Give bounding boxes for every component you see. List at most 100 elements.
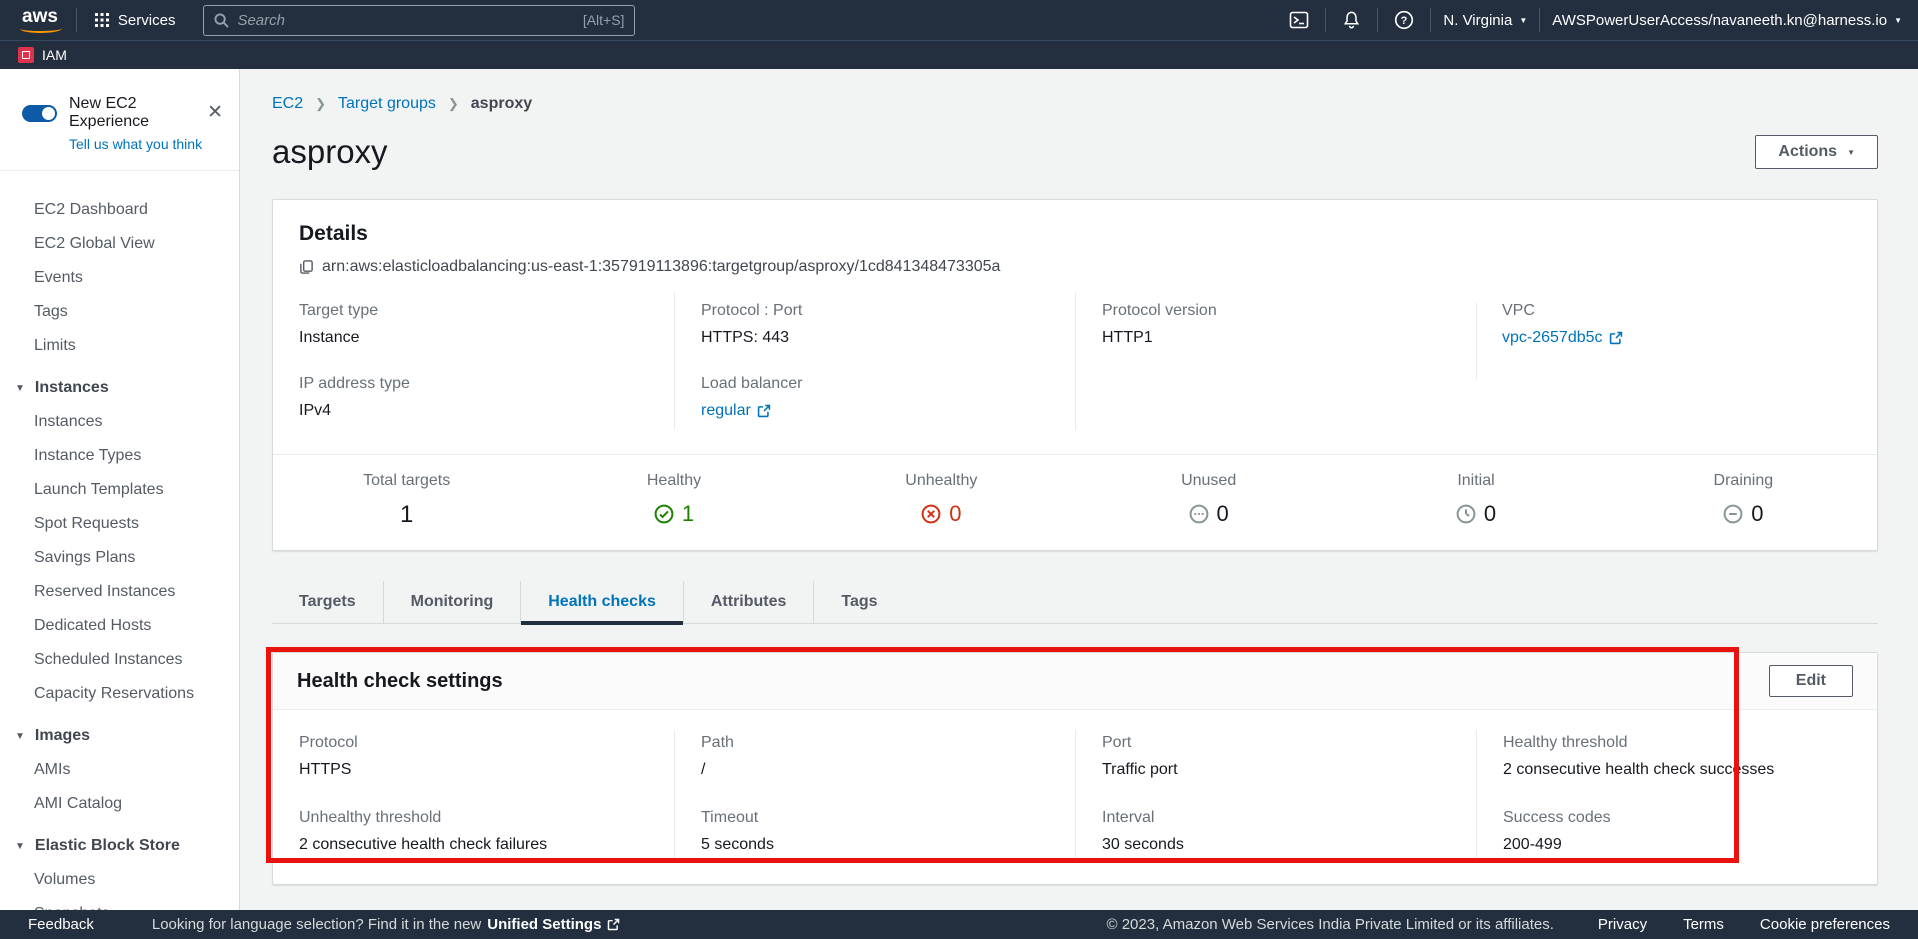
target-group-tabs: Targets Monitoring Health checks Attribu… bbox=[272, 581, 1878, 624]
breadcrumb: EC2 ❯ Target groups ❯ asproxy bbox=[272, 95, 1878, 113]
account-menu[interactable]: AWSPowerUserAccess/navaneeth.kn@harness.… bbox=[1552, 12, 1902, 29]
sidebar-item-spot-requests[interactable]: Spot Requests bbox=[0, 507, 239, 541]
breadcrumb-target-groups-link[interactable]: Target groups bbox=[338, 95, 436, 113]
edit-button[interactable]: Edit bbox=[1769, 665, 1853, 697]
divider bbox=[1539, 8, 1540, 32]
load-balancer-label: Load balancer bbox=[701, 375, 1049, 393]
healthy-check-icon bbox=[654, 504, 674, 524]
search-icon bbox=[214, 13, 229, 28]
healthy-threshold-value: 2 consecutive health check successes bbox=[1503, 761, 1851, 779]
aws-logo[interactable]: aws bbox=[16, 6, 64, 34]
total-targets-label: Total targets bbox=[273, 472, 540, 490]
protocol-label: Protocol bbox=[299, 734, 648, 752]
sidebar-item-ec2-global-view[interactable]: EC2 Global View bbox=[0, 227, 239, 261]
section-title: Elastic Block Store bbox=[35, 837, 180, 855]
tell-us-link[interactable]: Tell us what you think bbox=[69, 136, 221, 152]
port-label: Port bbox=[1102, 734, 1450, 752]
sidebar-section-instances[interactable]: ▼ Instances bbox=[0, 363, 239, 405]
svg-text:?: ? bbox=[1401, 15, 1408, 27]
tab-monitoring[interactable]: Monitoring bbox=[383, 581, 521, 623]
sidebar-item-dedicated-hosts[interactable]: Dedicated Hosts bbox=[0, 609, 239, 643]
draining-value: 0 bbox=[1751, 501, 1763, 527]
triangle-down-icon: ▼ bbox=[15, 383, 25, 394]
sidebar-section-elastic-block-store[interactable]: ▼ Elastic Block Store bbox=[0, 821, 239, 863]
cookie-preferences-link[interactable]: Cookie preferences bbox=[1760, 916, 1890, 933]
sidebar-item-reserved-instances[interactable]: Reserved Instances bbox=[0, 575, 239, 609]
sidebar-item-launch-templates[interactable]: Launch Templates bbox=[0, 473, 239, 507]
favorites-bar: IAM bbox=[0, 40, 1918, 69]
sidebar-item-volumes[interactable]: Volumes bbox=[0, 863, 239, 897]
chevron-down-icon: ▼ bbox=[1894, 17, 1902, 25]
target-group-arn: arn:aws:elasticloadbalancing:us-east-1:3… bbox=[322, 258, 1000, 276]
tab-targets[interactable]: Targets bbox=[272, 581, 383, 623]
sidebar-item-snapshots[interactable]: Snapshots bbox=[0, 897, 239, 910]
triangle-down-icon: ▼ bbox=[15, 841, 25, 852]
main-content: EC2 ❯ Target groups ❯ asproxy asproxy Ac… bbox=[240, 69, 1918, 910]
cloudshell-icon[interactable] bbox=[1285, 10, 1313, 30]
tab-health-checks[interactable]: Health checks bbox=[520, 581, 683, 623]
sidebar-item-ami-catalog[interactable]: AMI Catalog bbox=[0, 787, 239, 821]
unused-ellipsis-icon bbox=[1189, 504, 1209, 524]
triangle-down-icon: ▼ bbox=[15, 731, 25, 742]
healthy-label: Healthy bbox=[540, 472, 807, 490]
help-icon[interactable]: ? bbox=[1390, 10, 1418, 30]
health-check-settings-card: Health check settings Edit Protocol HTTP… bbox=[272, 652, 1878, 885]
sidebar-item-amis[interactable]: AMIs bbox=[0, 753, 239, 787]
protocol-version-label: Protocol version bbox=[1102, 302, 1450, 320]
feedback-link[interactable]: Feedback bbox=[28, 916, 94, 933]
top-navigation-bar: aws Services [Alt+S] ? N. Virginia ▼ bbox=[0, 0, 1918, 40]
success-codes-value: 200-499 bbox=[1503, 836, 1851, 854]
sidebar-item-ec2-dashboard[interactable]: EC2 Dashboard bbox=[0, 193, 239, 227]
divider bbox=[1377, 8, 1378, 32]
timeout-label: Timeout bbox=[701, 809, 1049, 827]
protocol-port-value: HTTPS: 443 bbox=[701, 329, 1049, 347]
copy-icon[interactable] bbox=[299, 259, 314, 275]
interval-label: Interval bbox=[1102, 809, 1450, 827]
tab-attributes[interactable]: Attributes bbox=[683, 581, 814, 623]
initial-value: 0 bbox=[1484, 501, 1496, 527]
interval-value: 30 seconds bbox=[1102, 836, 1450, 854]
sidebar-item-tags[interactable]: Tags bbox=[0, 295, 239, 329]
divider bbox=[76, 8, 77, 32]
sidebar-item-events[interactable]: Events bbox=[0, 261, 239, 295]
health-check-settings-heading: Health check settings bbox=[297, 670, 503, 693]
protocol-version-value: HTTP1 bbox=[1102, 329, 1450, 347]
path-label: Path bbox=[701, 734, 1049, 752]
close-icon[interactable]: ✕ bbox=[207, 101, 223, 124]
vpc-link[interactable]: vpc-2657db5c bbox=[1502, 329, 1623, 347]
healthy-value: 1 bbox=[682, 501, 694, 527]
sidebar-item-instance-types[interactable]: Instance Types bbox=[0, 439, 239, 473]
region-label: N. Virginia bbox=[1443, 12, 1512, 29]
global-search[interactable]: [Alt+S] bbox=[203, 5, 635, 36]
health-check-fields: Protocol HTTPS Unhealthy threshold 2 con… bbox=[273, 710, 1877, 884]
sidebar-item-capacity-reservations[interactable]: Capacity Reservations bbox=[0, 677, 239, 711]
sidebar-item-savings-plans[interactable]: Savings Plans bbox=[0, 541, 239, 575]
breadcrumb-ec2-link[interactable]: EC2 bbox=[272, 95, 303, 113]
privacy-link[interactable]: Privacy bbox=[1598, 916, 1647, 933]
account-label: AWSPowerUserAccess/navaneeth.kn@harness.… bbox=[1552, 12, 1887, 29]
unused-value: 0 bbox=[1217, 501, 1229, 527]
tab-tags[interactable]: Tags bbox=[813, 581, 904, 623]
sidebar-section-images[interactable]: ▼ Images bbox=[0, 711, 239, 753]
new-experience-toggle[interactable] bbox=[22, 105, 57, 122]
favorite-iam-link[interactable]: IAM bbox=[18, 47, 67, 63]
sidebar-item-scheduled-instances[interactable]: Scheduled Instances bbox=[0, 643, 239, 677]
sidebar-item-instances[interactable]: Instances bbox=[0, 405, 239, 439]
port-value: Traffic port bbox=[1102, 761, 1450, 779]
details-fields: Target type Instance IP address type IPv… bbox=[273, 280, 1877, 454]
region-selector[interactable]: N. Virginia ▼ bbox=[1443, 12, 1527, 29]
target-type-value: Instance bbox=[299, 329, 648, 347]
path-value: / bbox=[701, 761, 1049, 779]
search-input[interactable] bbox=[237, 12, 574, 29]
notifications-bell-icon[interactable] bbox=[1338, 10, 1365, 30]
unified-settings-link[interactable]: Unified Settings bbox=[487, 916, 601, 933]
actions-button[interactable]: Actions ▼ bbox=[1755, 135, 1878, 169]
services-menu-button[interactable]: Services bbox=[89, 12, 182, 29]
draining-label: Draining bbox=[1610, 472, 1877, 490]
unused-label: Unused bbox=[1075, 472, 1342, 490]
target-counts-row: Total targets 1 Healthy 1 Unhealthy bbox=[273, 454, 1877, 550]
sidebar-item-limits[interactable]: Limits bbox=[0, 329, 239, 363]
terms-link[interactable]: Terms bbox=[1683, 916, 1724, 933]
vpc-value: vpc-2657db5c bbox=[1502, 329, 1603, 347]
load-balancer-link[interactable]: regular bbox=[701, 402, 771, 420]
